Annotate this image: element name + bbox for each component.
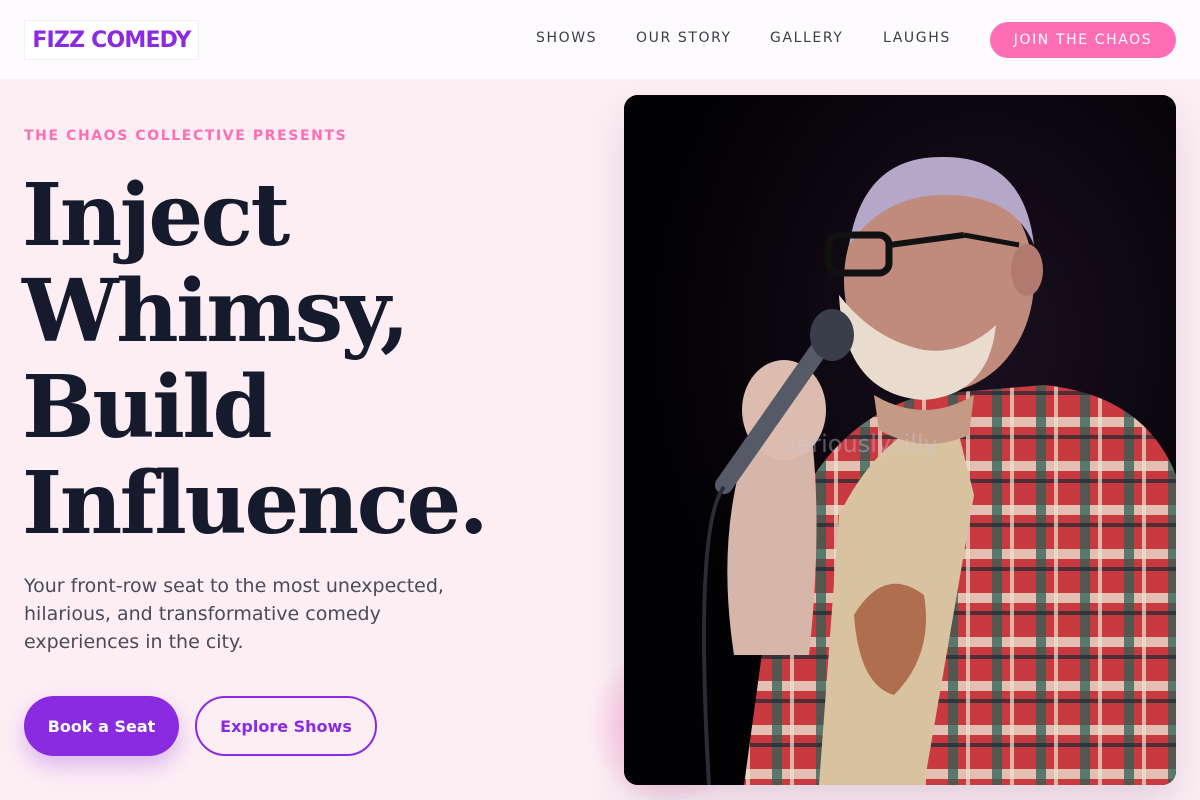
image-watermark: seriouslysilly (784, 430, 938, 458)
hero-subtext: Your front-row seat to the most unexpect… (24, 575, 444, 653)
join-the-chaos-button[interactable]: JOIN THE CHAOS (990, 22, 1176, 58)
hero-image-comedian: seriouslysilly (624, 95, 1176, 785)
headline-line: Influence. (22, 453, 489, 554)
explore-shows-button[interactable]: Explore Shows (195, 696, 377, 756)
book-a-seat-button[interactable]: Book a Seat (24, 696, 179, 756)
headline-line: Whimsy, (22, 261, 410, 362)
nav-link-shows[interactable]: SHOWS (536, 30, 597, 46)
hero-headline: Inject Whimsy, Build Influence. (22, 168, 542, 552)
headline-line: Build (22, 357, 273, 458)
nav-link-gallery[interactable]: GALLERY (770, 30, 843, 46)
headline-line: Inject (22, 165, 290, 266)
hero-eyebrow: THE CHAOS COLLECTIVE PRESENTS (24, 128, 348, 144)
nav-link-laughs[interactable]: LAUGHS (883, 30, 951, 46)
nav-link-our-story[interactable]: OUR STORY (636, 30, 732, 46)
site-header: FIZZ COMEDY SHOWS OUR STORY GALLERY LAUG… (0, 0, 1200, 79)
